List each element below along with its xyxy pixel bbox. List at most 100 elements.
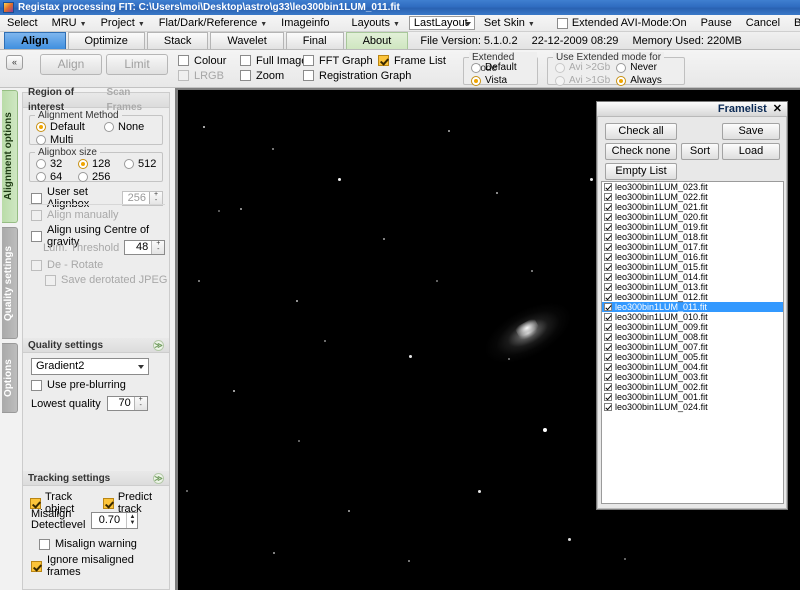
checkbox-icon[interactable] — [604, 353, 612, 361]
always-radio[interactable]: Always — [616, 74, 662, 87]
extended-mode-vista-radio[interactable]: Vista — [471, 74, 517, 87]
registration-graph-checkbox[interactable]: Registration Graph — [303, 68, 411, 83]
framelist-item[interactable]: leo300bin1LUM_021.fit — [602, 202, 783, 212]
lum-threshold-spinner[interactable]: 48 + - — [124, 240, 166, 255]
pause-button[interactable]: Pause — [694, 15, 739, 31]
framelist-item[interactable]: leo300bin1LUM_009.fit — [602, 322, 783, 332]
checkbox-icon[interactable] — [604, 313, 612, 321]
tab-optimize[interactable]: Optimize — [67, 32, 145, 49]
sidebar-item-alignment-options[interactable]: Alignment options — [2, 90, 18, 223]
tab-about[interactable]: About — [345, 32, 409, 49]
alignment-method-default-radio[interactable]: Default — [36, 120, 90, 133]
checkbox-icon[interactable] — [604, 263, 612, 271]
framelist-item[interactable]: leo300bin1LUM_023.fit — [602, 182, 783, 192]
checkbox-icon[interactable] — [102, 497, 114, 509]
framelist-item[interactable]: leo300bin1LUM_018.fit — [602, 232, 783, 242]
framelist-item[interactable]: leo300bin1LUM_010.fit — [602, 312, 783, 322]
extended-mode-default-radio[interactable]: Default — [471, 61, 517, 74]
checkbox-icon[interactable] — [604, 333, 612, 341]
menu-item-flat-dark-reference[interactable]: Flat/Dark/Reference ▼ — [152, 15, 274, 31]
menu-item-imageinfo[interactable]: Imageinfo — [274, 15, 336, 31]
checkbox-icon[interactable] — [604, 403, 612, 411]
alignbox-128-radio[interactable]: 128 — [78, 157, 124, 170]
framelist-item[interactable]: leo300bin1LUM_022.fit — [602, 192, 783, 202]
framelist-item[interactable]: leo300bin1LUM_003.fit — [602, 372, 783, 382]
checkbox-icon[interactable] — [30, 497, 41, 509]
checkbox-icon[interactable] — [604, 213, 612, 221]
checkbox-icon[interactable] — [604, 393, 612, 401]
checkbox-icon[interactable] — [604, 203, 612, 211]
alignbox-512-radio[interactable]: 512 — [124, 157, 156, 170]
cancel-button[interactable]: Cancel — [739, 15, 787, 31]
tab-wavelet[interactable]: Wavelet — [210, 32, 284, 49]
empty-list-button[interactable]: Empty List — [605, 163, 677, 180]
checkbox-icon[interactable] — [604, 373, 612, 381]
framelist-item[interactable]: leo300bin1LUM_013.fit — [602, 282, 783, 292]
checkbox-icon[interactable] — [604, 183, 612, 191]
collapse-chevron-icon[interactable]: ≫ — [153, 472, 164, 484]
zoom-checkbox[interactable]: Zoom — [240, 68, 307, 83]
collapse-chevron-icon[interactable]: ≫ — [153, 339, 164, 351]
checkbox-icon[interactable] — [604, 343, 612, 351]
avi-gt-1gb-radio[interactable]: Avi >1Gb — [555, 74, 610, 87]
framelist-item[interactable]: leo300bin1LUM_005.fit — [602, 352, 783, 362]
menu-item-select[interactable]: Select — [0, 15, 45, 31]
layout-select[interactable]: LastLayout — [408, 16, 475, 30]
close-icon[interactable]: ✕ — [773, 102, 782, 117]
framelist-item[interactable]: leo300bin1LUM_020.fit — [602, 212, 783, 222]
checkbox-icon[interactable] — [604, 383, 612, 391]
sidebar-item-quality-settings[interactable]: Quality settings — [2, 227, 18, 339]
framelist-item[interactable]: leo300bin1LUM_016.fit — [602, 252, 783, 262]
framelist-item[interactable]: leo300bin1LUM_011.fit — [602, 302, 783, 312]
alignment-method-none-radio[interactable]: None — [104, 120, 144, 133]
checkbox-icon[interactable] — [604, 283, 612, 291]
checkbox-icon[interactable] — [31, 192, 42, 204]
checkbox-icon[interactable] — [604, 253, 612, 261]
checkbox-icon[interactable] — [604, 303, 612, 311]
checkbox-icon[interactable] — [604, 323, 612, 331]
ignore-misaligned-row[interactable]: Ignore misaligned frames — [31, 554, 169, 578]
check-all-button[interactable]: Check all — [605, 123, 677, 140]
framelist-item[interactable]: leo300bin1LUM_017.fit — [602, 242, 783, 252]
menu-item-set-skin[interactable]: Set Skin ▼ — [477, 15, 542, 31]
sort-button[interactable]: Sort — [681, 143, 719, 160]
never-radio[interactable]: Never — [616, 61, 662, 74]
tab-align[interactable]: Align — [4, 32, 66, 49]
checkbox-icon[interactable] — [604, 243, 612, 251]
extended-avi-mode-checkbox[interactable]: Extended AVI-Mode:On — [550, 15, 694, 31]
framelist-item[interactable]: leo300bin1LUM_019.fit — [602, 222, 783, 232]
checkbox-icon[interactable] — [604, 273, 612, 281]
align-button[interactable]: Align — [40, 54, 102, 75]
framelist-item[interactable]: leo300bin1LUM_024.fit — [602, 402, 783, 412]
checkbox-icon[interactable] — [604, 363, 612, 371]
checkbox-icon[interactable] — [604, 233, 612, 241]
check-none-button[interactable]: Check none — [605, 143, 677, 160]
tab-stack[interactable]: Stack — [146, 32, 209, 49]
limit-button[interactable]: Limit — [106, 54, 168, 75]
alignbox-64-radio[interactable]: 64 — [36, 170, 78, 183]
checkbox-icon[interactable] — [604, 293, 612, 301]
menu-item-mru[interactable]: MRU ▼ — [45, 15, 94, 31]
load-button[interactable]: Load — [722, 143, 780, 160]
full-image-checkbox[interactable]: Full Image — [240, 53, 307, 68]
use-preblurring-row[interactable]: Use pre-blurring — [31, 379, 126, 391]
avi-gt-2gb-radio[interactable]: Avi >2Gb — [555, 61, 610, 74]
framelist-item[interactable]: leo300bin1LUM_007.fit — [602, 342, 783, 352]
tab-final[interactable]: Final — [285, 32, 344, 49]
framelist-file-list[interactable]: leo300bin1LUM_023.fit leo300bin1LUM_022.f… — [601, 181, 784, 504]
collapse-panel-button[interactable]: « — [6, 55, 23, 70]
menu-item-project[interactable]: Project ▼ — [94, 15, 152, 31]
framelist-window[interactable]: Framelist ✕ Check all Save Check none So… — [596, 101, 788, 510]
misalign-warning-row[interactable]: Misalign warning — [39, 538, 137, 550]
quality-method-select[interactable]: Gradient2 — [31, 358, 149, 375]
misalign-detectlevel-spinner[interactable]: 0.70 ▲ ▼ — [91, 511, 139, 529]
colour-checkbox[interactable]: Colour — [178, 53, 226, 68]
menu-item-layouts[interactable]: Layouts ▼ — [344, 15, 406, 31]
alignment-method-multi-radio[interactable]: Multi — [36, 133, 160, 146]
framelist-item[interactable]: leo300bin1LUM_008.fit — [602, 332, 783, 342]
save-button[interactable]: Save — [722, 123, 780, 140]
framelist-item[interactable]: leo300bin1LUM_014.fit — [602, 272, 783, 282]
lowest-quality-spinner[interactable]: 70 + - — [106, 396, 148, 411]
checkbox-icon[interactable] — [604, 223, 612, 231]
framelist-item[interactable]: leo300bin1LUM_002.fit — [602, 382, 783, 392]
